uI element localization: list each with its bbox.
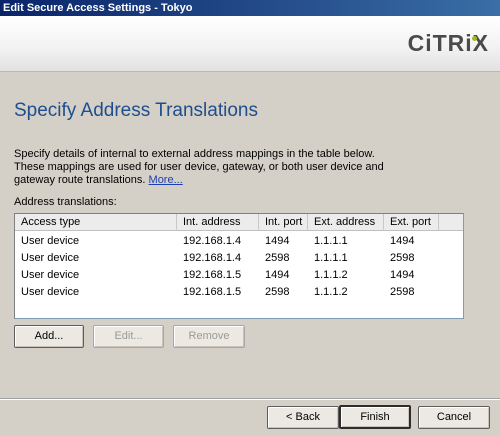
cell-int-address: 192.168.1.5 (183, 286, 242, 298)
column-header-filler (439, 214, 463, 231)
cell-ext-address: 1.1.1.1 (314, 235, 348, 247)
table-row[interactable]: User device 192.168.1.5 2598 1.1.1.2 259… (15, 284, 463, 301)
cell-int-address: 192.168.1.4 (183, 235, 242, 247)
cell-access-type: User device (21, 286, 80, 298)
cell-ext-port: 2598 (390, 286, 415, 298)
remove-button[interactable]: Remove (173, 325, 245, 348)
cell-access-type: User device (21, 269, 80, 281)
page-title: Specify Address Translations (14, 100, 258, 121)
table-row[interactable]: User device 192.168.1.4 2598 1.1.1.1 259… (15, 250, 463, 267)
header-banner: CiTRiX (0, 16, 500, 72)
column-header-ext-address[interactable]: Ext. address (308, 214, 384, 231)
cell-int-address: 192.168.1.4 (183, 252, 242, 264)
address-translations-label: Address translations: (14, 196, 117, 208)
cell-ext-address: 1.1.1.2 (314, 269, 348, 281)
description-text: Specify details of internal to external … (14, 148, 384, 186)
cancel-button[interactable]: Cancel (418, 406, 490, 429)
cell-ext-port: 1494 (390, 269, 415, 281)
cell-int-port: 1494 (265, 269, 290, 281)
cell-ext-address: 1.1.1.2 (314, 286, 348, 298)
cell-int-address: 192.168.1.5 (183, 269, 242, 281)
table-row[interactable]: User device 192.168.1.5 1494 1.1.1.2 149… (15, 267, 463, 284)
page-description: Specify details of internal to external … (14, 148, 394, 187)
cell-ext-port: 2598 (390, 252, 415, 264)
cell-int-port: 2598 (265, 286, 290, 298)
table-header: Access type Int. address Int. port Ext. … (15, 214, 463, 231)
table-row[interactable]: User device 192.168.1.4 1494 1.1.1.1 149… (15, 233, 463, 250)
cell-access-type: User device (21, 235, 80, 247)
cell-int-port: 1494 (265, 235, 290, 247)
footer-divider (0, 398, 500, 400)
column-header-int-port[interactable]: Int. port (259, 214, 308, 231)
window-title: Edit Secure Access Settings - Tokyo (0, 0, 500, 16)
cell-ext-port: 1494 (390, 235, 415, 247)
finish-button[interactable]: Finish (339, 405, 411, 429)
cell-int-port: 2598 (265, 252, 290, 264)
cell-access-type: User device (21, 252, 80, 264)
logo-dot-icon (472, 36, 477, 41)
cell-ext-address: 1.1.1.1 (314, 252, 348, 264)
back-button[interactable]: < Back (267, 406, 339, 429)
column-header-int-address[interactable]: Int. address (177, 214, 259, 231)
column-header-ext-port[interactable]: Ext. port (384, 214, 439, 231)
address-translations-table[interactable]: Access type Int. address Int. port Ext. … (14, 213, 464, 319)
add-button[interactable]: Add... (14, 325, 84, 348)
column-header-access-type[interactable]: Access type (15, 214, 177, 231)
edit-button[interactable]: Edit... (93, 325, 164, 348)
more-link[interactable]: More... (149, 174, 183, 186)
citrix-logo: CiTRiX (407, 30, 489, 56)
